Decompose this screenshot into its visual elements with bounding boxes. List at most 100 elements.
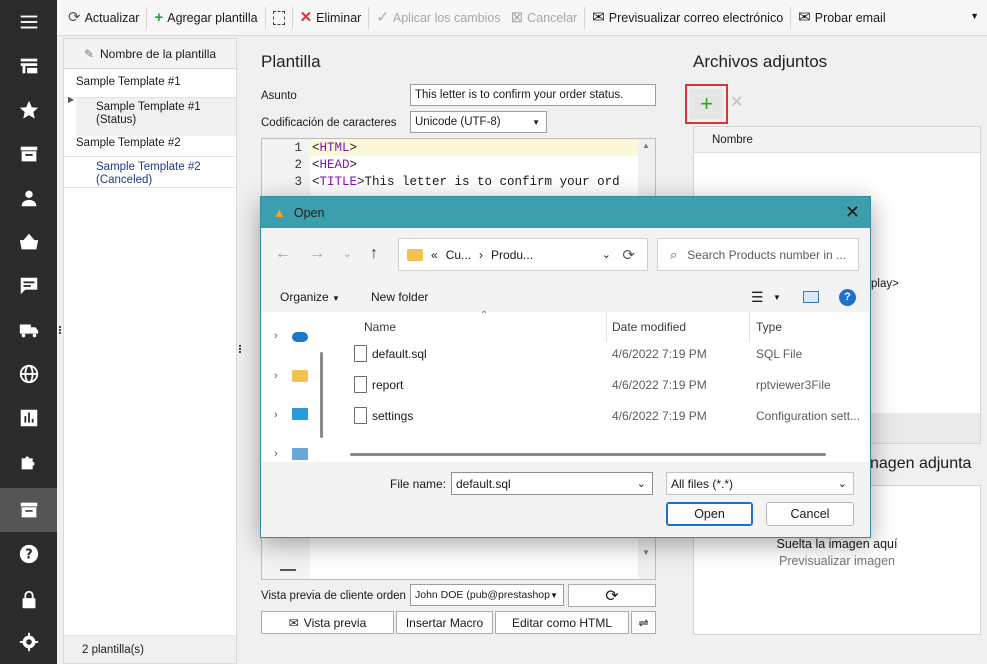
settings-icon[interactable] — [0, 620, 57, 664]
remove-attachment-icon[interactable]: ✕ — [730, 92, 743, 112]
basket-icon[interactable] — [0, 220, 57, 264]
add-template-label: Agregar plantilla — [167, 10, 258, 25]
breadcrumb-item[interactable]: Cu... — [446, 248, 471, 262]
editor-hscroll-thumb[interactable] — [280, 569, 296, 571]
folder-icon[interactable] — [292, 370, 308, 382]
file-type: SQL File — [756, 347, 803, 361]
template-item-2-canceled[interactable]: Sample Template #2 (Canceled) — [96, 161, 226, 187]
chart-icon[interactable] — [0, 396, 57, 440]
code-keyword: TITLE — [319, 175, 358, 189]
network-icon[interactable] — [292, 448, 308, 460]
chevron-down-icon: ⌄ — [636, 478, 646, 490]
help-icon[interactable]: ? — [839, 288, 856, 306]
expand-chevron-icon[interactable]: › — [274, 409, 278, 421]
expand-chevron-icon[interactable]: › — [274, 448, 278, 460]
lock-icon[interactable] — [0, 578, 57, 622]
subject-input[interactable]: This letter is to confirm your order sta… — [410, 84, 656, 106]
delete-button[interactable]: ✕ Eliminar — [295, 4, 367, 32]
file-list-hscroll[interactable] — [350, 453, 826, 456]
refresh-icon: ⟳ — [68, 9, 81, 26]
insert-macro-button[interactable]: Insertar Macro — [396, 611, 493, 634]
mail-template-icon[interactable] — [0, 488, 57, 532]
file-row[interactable]: default.sql 4/6/2022 7:19 PM SQL File — [334, 339, 869, 369]
chevron-down-icon[interactable]: ▼ — [773, 293, 781, 302]
file-type-filter-select[interactable]: All files (*.*) ⌄ — [666, 472, 854, 495]
refresh-preview-button[interactable]: ⟳ — [568, 584, 656, 607]
encoding-select[interactable]: Unicode (UTF-8) ▼ — [410, 111, 547, 133]
file-row[interactable]: report 4/6/2022 7:19 PM rptviewer3File — [334, 370, 869, 400]
preview-customer-select[interactable]: John DOE (pub@prestashop ▼ — [410, 584, 564, 606]
test-email-label: Probar email — [814, 10, 886, 25]
code-line[interactable]: 1 <HTML> — [262, 141, 357, 158]
code-token: < — [312, 141, 320, 155]
file-name-input[interactable]: default.sql ⌄ — [451, 472, 653, 495]
inbox-icon[interactable] — [0, 132, 57, 176]
help-icon[interactable]: ? — [0, 532, 57, 576]
test-email-button[interactable]: ✉ Probar email — [793, 4, 890, 32]
toolbar-overflow-icon[interactable]: ▼ — [970, 11, 979, 21]
address-bar[interactable]: « Cu... › Produ... ⌄ ⟳ — [398, 238, 648, 271]
chevron-down-icon[interactable]: ⌄ — [602, 248, 611, 261]
recent-locations-icon[interactable]: ⌄ — [343, 249, 351, 260]
template-item-1-status[interactable]: Sample Template #1 (Status) — [96, 101, 226, 127]
star-icon[interactable] — [0, 88, 57, 132]
wrap-toggle-button[interactable]: ⇌ — [631, 611, 656, 634]
puzzle-icon[interactable] — [0, 440, 57, 484]
onedrive-icon[interactable] — [292, 332, 308, 342]
add-attachment-button[interactable]: + — [690, 89, 723, 119]
new-folder-button[interactable]: New folder — [371, 290, 428, 304]
back-arrow-icon[interactable]: ← — [275, 245, 291, 263]
edit-as-html-button[interactable]: Editar como HTML — [495, 611, 629, 634]
organize-button[interactable]: Organize ▼ — [280, 290, 340, 304]
template-list-header[interactable]: ✎ Nombre de la plantilla — [64, 39, 236, 69]
code-line[interactable]: 2 <HEAD> — [262, 158, 357, 175]
breadcrumb-item[interactable]: Produ... — [491, 248, 533, 262]
nav-scrollbar[interactable] — [320, 352, 323, 438]
dialog-title: Open — [293, 205, 325, 220]
check-icon: ✓ — [376, 9, 389, 26]
template-title: Plantilla — [261, 52, 321, 71]
refresh-button[interactable]: ⟳ Actualizar — [63, 4, 144, 32]
attachments-column-name[interactable]: Nombre — [694, 127, 980, 153]
cancel-button[interactable]: Cancel — [766, 502, 854, 526]
template-group-2[interactable]: Sample Template #2 — [76, 137, 181, 149]
toolbar-divider — [790, 6, 792, 29]
splitter-grip[interactable] — [239, 345, 241, 353]
template-group-1[interactable]: Sample Template #1 — [76, 76, 181, 88]
open-button[interactable]: Open — [666, 502, 753, 526]
preview-button[interactable]: ✉ Vista previa — [261, 611, 394, 634]
close-icon[interactable]: ✕ — [845, 202, 860, 223]
cancel-changes-button[interactable]: ⊠ Cancelar — [506, 4, 583, 32]
search-input[interactable]: ⌕ Search Products number in ... — [657, 238, 859, 271]
refresh-icon[interactable]: ⟳ — [622, 246, 635, 264]
apply-changes-button[interactable]: ✓ Aplicar los cambios — [371, 4, 505, 32]
person-icon[interactable] — [0, 176, 57, 220]
file-row[interactable]: settings 4/6/2022 7:19 PM Configuration se… — [334, 401, 869, 431]
chat-icon[interactable] — [0, 264, 57, 308]
code-text: <HTML> — [306, 141, 357, 158]
code-line[interactable]: 3 <TITLE>This letter is to confirm your o… — [262, 175, 619, 192]
splitter-grip[interactable] — [59, 326, 61, 334]
dialog-title-bar[interactable]: ▲ Open ✕ — [261, 197, 870, 228]
column-type-header[interactable]: Type — [756, 320, 782, 334]
globe-icon[interactable] — [0, 352, 57, 396]
expand-chevron-icon[interactable]: › — [274, 330, 278, 342]
view-menu-icon[interactable]: ☰ — [751, 289, 764, 306]
up-arrow-icon[interactable]: ↑ — [370, 245, 378, 263]
add-template-button[interactable]: + Agregar plantilla — [149, 4, 262, 32]
chevron-down-icon: ▼ — [332, 294, 340, 303]
truck-icon[interactable] — [0, 308, 57, 352]
store-icon[interactable] — [0, 44, 57, 88]
this-pc-icon[interactable] — [292, 408, 308, 420]
file-name-label: File name: — [390, 477, 447, 491]
file-icon — [354, 376, 367, 393]
forward-arrow-icon[interactable]: → — [309, 245, 325, 263]
preview-pane-icon[interactable] — [803, 291, 819, 303]
apply-changes-label: Aplicar los cambios — [392, 10, 501, 25]
column-date-header[interactable]: Date modified — [612, 320, 686, 334]
preview-email-button[interactable]: ✉ Previsualizar correo electrónico — [587, 4, 788, 32]
menu-icon[interactable] — [0, 0, 57, 44]
copy-template-button[interactable] — [268, 4, 290, 32]
expand-chevron-icon[interactable]: › — [274, 370, 278, 382]
column-name-header[interactable]: Name — [364, 320, 396, 334]
